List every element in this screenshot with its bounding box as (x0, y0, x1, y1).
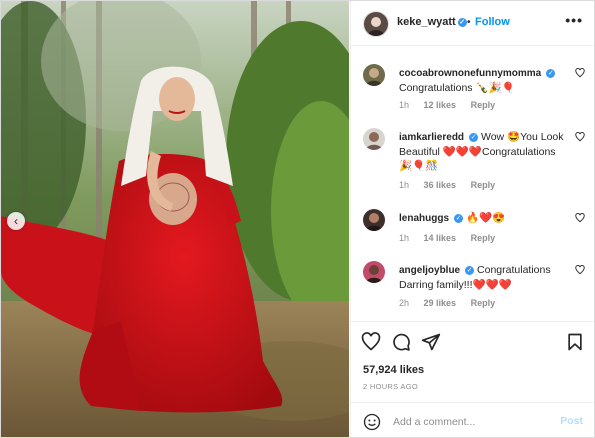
post-timestamp[interactable]: 2 HOURS AGO (363, 382, 418, 391)
commenter-avatar[interactable] (363, 128, 385, 150)
instagram-post-modal: ‹ keke_wyatt ✓ • Follow ••• cocoabrownon… (0, 0, 595, 438)
verified-badge-icon: ✓ (457, 17, 467, 27)
verified-badge-icon: ✓ (454, 213, 464, 223)
comment-meta: 1h 12 likes Reply (399, 100, 507, 110)
comment-age: 1h (399, 180, 410, 190)
commenter-avatar[interactable] (363, 64, 385, 86)
commenter-avatar[interactable] (363, 209, 385, 231)
carousel-previous-button[interactable]: ‹ (7, 212, 25, 230)
comment-username[interactable]: lenahuggs (399, 213, 449, 224)
comment-likes[interactable]: 36 likes (424, 180, 457, 190)
more-options-icon[interactable]: ••• (565, 12, 583, 28)
reply-button[interactable]: Reply (471, 100, 496, 110)
comment-likes[interactable]: 14 likes (424, 233, 457, 243)
comment-age: 1h (399, 233, 410, 243)
maternity-photo (1, 1, 349, 437)
reply-button[interactable]: Reply (471, 180, 496, 190)
comment-likes[interactable]: 12 likes (424, 100, 457, 110)
like-comment-heart-icon[interactable] (575, 265, 585, 275)
verified-badge-icon: ✓ (465, 265, 475, 275)
save-bookmark-icon[interactable] (565, 332, 585, 352)
author-username-text[interactable]: keke_wyatt (397, 16, 456, 28)
comment-meta: 1h 14 likes Reply (399, 233, 507, 243)
commenter-avatar-image (363, 209, 385, 231)
comment-text: lenahuggs ✓ 🔥❤️😍 (399, 211, 567, 226)
comment-username[interactable]: iamkarlieredd (399, 132, 464, 143)
comment-text: angeljoyblue ✓ Congratulations Darring fa… (399, 263, 567, 292)
comment-text: iamkarlieredd ✓ Wow 🤩You Look Beautiful ❤… (399, 130, 567, 173)
add-comment-input[interactable] (391, 412, 545, 432)
share-paper-plane-icon[interactable] (421, 332, 441, 352)
comment-body: Congratulations 🍾🎉🎈 (399, 82, 515, 94)
post-photo: ‹ (1, 1, 349, 437)
comment-likes[interactable]: 29 likes (424, 298, 457, 308)
commenter-avatar-image (363, 128, 385, 150)
comment-text: cocoabrownonefunnymomma ✓ Congratulations… (399, 66, 567, 95)
commenter-avatar-image (363, 261, 385, 283)
like-comment-heart-icon[interactable] (575, 68, 585, 78)
verified-badge-icon: ✓ (546, 68, 556, 78)
comment-username[interactable]: angeljoyblue (399, 265, 460, 276)
verified-badge-icon: ✓ (469, 132, 479, 142)
comment-meta: 1h 36 likes Reply (399, 180, 507, 190)
author-avatar[interactable] (363, 11, 389, 37)
comment-meta: 2h 29 likes Reply (399, 298, 507, 308)
comment-body: 🔥❤️😍 (465, 212, 506, 224)
like-heart-icon[interactable] (361, 332, 381, 352)
like-comment-heart-icon[interactable] (575, 132, 585, 142)
post-header: keke_wyatt ✓ • Follow ••• (351, 1, 594, 46)
like-comment-heart-icon[interactable] (575, 213, 585, 223)
follow-button[interactable]: Follow (475, 16, 510, 28)
emoji-smiley-icon[interactable] (363, 413, 381, 431)
header-separator: • (467, 17, 471, 28)
likes-count[interactable]: 57,924 likes (363, 364, 424, 376)
post-actions: 57,924 likes 2 HOURS AGO Post (351, 321, 594, 437)
commenter-avatar[interactable] (363, 261, 385, 283)
reply-button[interactable]: Reply (471, 233, 496, 243)
comment-username[interactable]: cocoabrownonefunnymomma (399, 68, 541, 79)
post-comment-button[interactable]: Post (560, 415, 583, 427)
author-username[interactable]: keke_wyatt ✓ (397, 16, 467, 28)
comment-composer: Post (351, 402, 594, 437)
comment-age: 2h (399, 298, 410, 308)
author-avatar-image (364, 12, 388, 36)
post-side-panel: keke_wyatt ✓ • Follow ••• cocoabrownonefu… (350, 1, 594, 437)
comment-bubble-icon[interactable] (391, 332, 411, 352)
reply-button[interactable]: Reply (471, 298, 496, 308)
commenter-avatar-image (363, 64, 385, 86)
comment-age: 1h (399, 100, 410, 110)
